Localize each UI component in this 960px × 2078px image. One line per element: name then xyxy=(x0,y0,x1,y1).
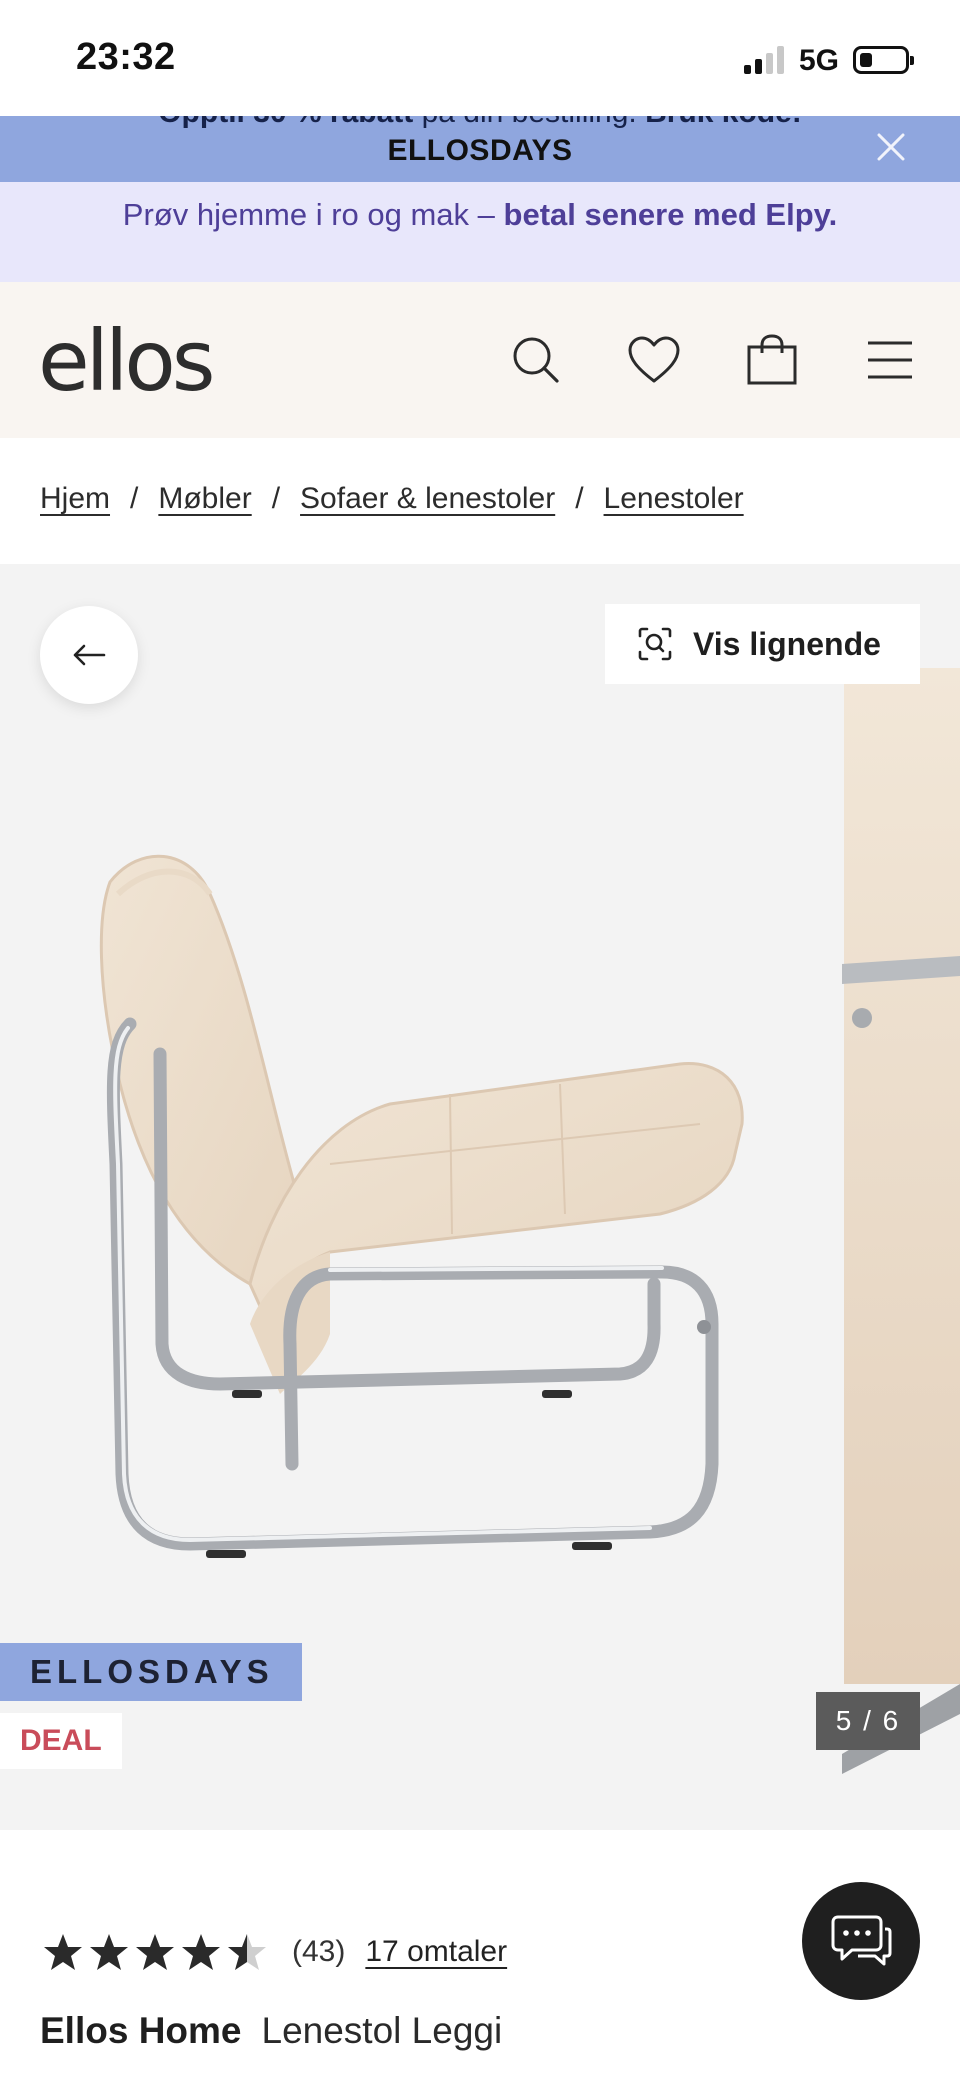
network-label: 5G xyxy=(799,44,840,77)
elpy-text: Prøv hjemme i ro og mak – betal senere m… xyxy=(100,196,860,234)
arrow-left-icon xyxy=(73,644,106,666)
breadcrumb: Hjem / Møbler / Sofaer & lenestoler / Lenestol… xyxy=(40,482,744,516)
product-image[interactable] xyxy=(0,564,960,1830)
promo-code: ELLOSDAYS xyxy=(387,134,573,167)
breadcrumb-furniture[interactable]: Møbler xyxy=(158,482,251,515)
back-button[interactable] xyxy=(40,606,138,704)
rating-count: (43) xyxy=(292,1935,346,1968)
breadcrumb-separator: / xyxy=(130,482,139,515)
status-bar: 23:32 5G xyxy=(0,0,960,116)
bag-icon[interactable] xyxy=(742,330,802,390)
deal-badge: DEAL xyxy=(0,1713,122,1769)
elpy-highlight: betal senere med Elpy. xyxy=(503,197,838,232)
heart-icon[interactable] xyxy=(624,330,684,390)
promo-discount: Opptil 30 % rabatt xyxy=(158,116,413,129)
promo-text: Opptil 30 % rabatt på din bestilling. Br… xyxy=(0,116,960,130)
promo-middle: på din bestilling. xyxy=(413,116,645,129)
product-brand[interactable]: Ellos Home xyxy=(40,2010,242,2051)
breadcrumb-home[interactable]: Hjem xyxy=(40,482,110,515)
half-star-icon xyxy=(228,1934,266,1970)
next-image-peek xyxy=(842,668,960,1684)
star-icon xyxy=(136,1934,174,1970)
menu-icon[interactable] xyxy=(860,330,920,390)
search-icon[interactable] xyxy=(506,330,566,390)
campaign-badge: ELLOSDAYS xyxy=(0,1643,302,1701)
promo-code-label: Bruk kode: xyxy=(645,116,802,129)
status-time: 23:32 xyxy=(76,36,176,78)
star-icon xyxy=(90,1934,128,1970)
promo-banner: Opptil 30 % rabatt på din bestilling. Br… xyxy=(0,116,960,182)
chat-icon xyxy=(831,1915,892,1966)
signal-icon xyxy=(744,46,786,74)
rating-row: (43) 17 omtaler xyxy=(42,1930,507,1974)
breadcrumb-armchairs[interactable]: Lenestoler xyxy=(604,482,744,515)
show-similar-label: Vis lignende xyxy=(693,625,881,662)
reviews-link[interactable]: 17 omtaler xyxy=(365,1935,507,1969)
star-icon xyxy=(182,1934,220,1970)
breadcrumb-separator: / xyxy=(575,482,584,515)
image-counter: 5 / 6 xyxy=(816,1692,920,1750)
breadcrumb-sofas[interactable]: Sofaer & lenestoler xyxy=(300,482,555,515)
product-title: Ellos Home Lenestol Leggi xyxy=(40,2010,502,2052)
star-rating xyxy=(42,1932,268,1972)
product-gallery[interactable]: Vis lignende ELLOSDAYS DEAL 5 / 6 xyxy=(0,564,960,1830)
battery-icon xyxy=(853,46,914,74)
breadcrumb-separator: / xyxy=(271,482,281,515)
site-header: ellos xyxy=(0,282,960,438)
ellos-logo[interactable]: ellos xyxy=(38,312,216,410)
chat-button[interactable] xyxy=(802,1882,920,2000)
star-icon xyxy=(44,1934,82,1970)
elpy-banner[interactable]: Prøv hjemme i ro og mak – betal senere m… xyxy=(0,182,960,282)
show-similar-button[interactable]: Vis lignende xyxy=(605,604,920,684)
product-name: Lenestol Leggi xyxy=(261,2010,503,2051)
elpy-lead: Prøv hjemme i ro og mak – xyxy=(122,197,504,232)
visual-search-icon xyxy=(638,627,672,661)
close-icon[interactable] xyxy=(874,130,908,164)
